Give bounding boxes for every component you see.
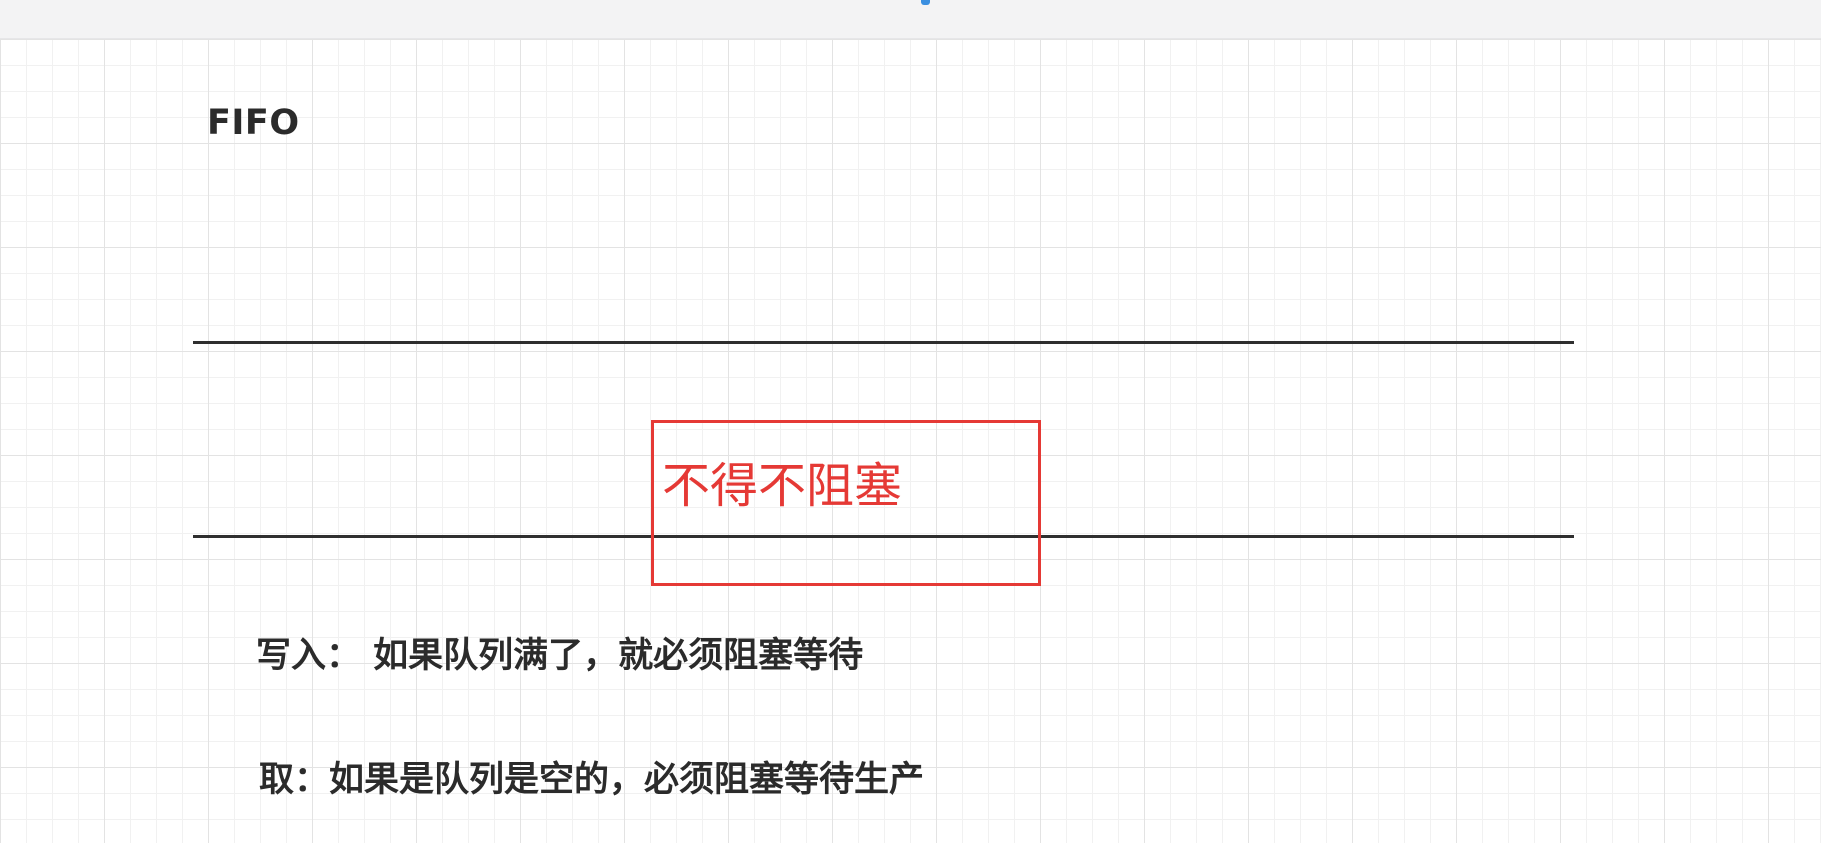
write-rule-text: 写入： 如果队列满了，就必须阻塞等待	[256, 636, 864, 676]
diagram-title: FIFO	[207, 103, 300, 143]
highlight-label: 不得不阻塞	[662, 458, 903, 514]
toolbar-indicator	[921, 0, 930, 5]
take-rule-text: 取：如果是队列是空的，必须阻塞等待生产	[259, 760, 925, 800]
top-toolbar	[0, 0, 1821, 39]
queue-top-line	[193, 341, 1574, 344]
